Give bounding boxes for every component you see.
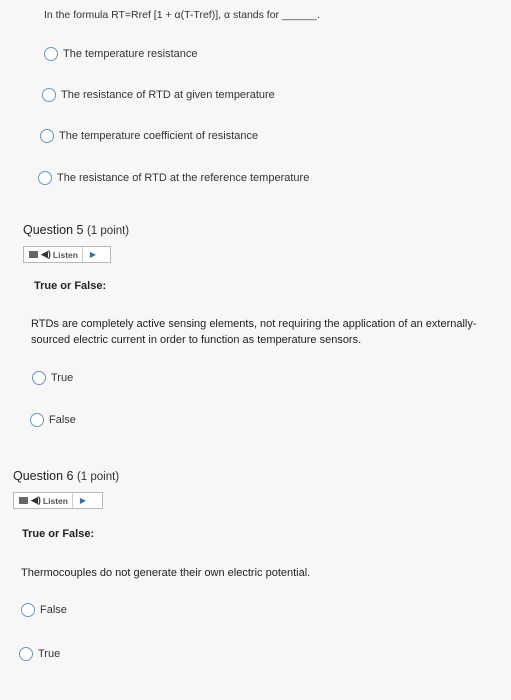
q6-option-true[interactable]: True bbox=[19, 647, 60, 661]
listen-label: Listen bbox=[52, 249, 78, 260]
radio-button[interactable] bbox=[21, 603, 35, 617]
q5-option-false[interactable]: False bbox=[30, 413, 76, 427]
q4-option-3[interactable]: The temperature coefficient of resistanc… bbox=[40, 129, 258, 143]
radio-button[interactable] bbox=[19, 647, 33, 661]
toolbar-icon bbox=[14, 493, 29, 508]
q4-option-2[interactable]: The resistance of RTD at given temperatu… bbox=[42, 88, 275, 102]
q6-option-false[interactable]: False bbox=[21, 603, 67, 617]
listen-widget-q5[interactable]: ◀) Listen ▶ bbox=[23, 246, 111, 263]
question-title: Question 5 bbox=[23, 223, 84, 237]
radio-button[interactable] bbox=[42, 88, 56, 102]
radio-button[interactable] bbox=[40, 129, 54, 143]
option-label: The temperature resistance bbox=[63, 48, 198, 60]
option-label: False bbox=[49, 414, 76, 426]
question-title: Question 6 bbox=[13, 469, 74, 483]
question-5-title: Question 5 (1 point) bbox=[23, 223, 129, 237]
q6-type-label: True or False: bbox=[22, 528, 95, 540]
q6-statement: Thermocouples do not generate their own … bbox=[21, 567, 311, 579]
question-6-title: Question 6 (1 point) bbox=[13, 469, 119, 483]
q5-option-true[interactable]: True bbox=[32, 371, 73, 385]
question-points: (1 point) bbox=[76, 471, 120, 483]
radio-button[interactable] bbox=[32, 371, 46, 385]
option-label: The resistance of RTD at the reference t… bbox=[57, 172, 310, 184]
q4-option-4[interactable]: The resistance of RTD at the reference t… bbox=[38, 171, 309, 185]
option-label: The temperature coefficient of resistanc… bbox=[59, 130, 259, 142]
option-label: The resistance of RTD at given temperatu… bbox=[61, 89, 275, 101]
question-points: (1 point) bbox=[86, 225, 130, 237]
speaker-icon: ◀) bbox=[41, 249, 51, 259]
radio-button[interactable] bbox=[44, 47, 58, 61]
q5-type-label: True or False: bbox=[34, 280, 107, 292]
option-label: True bbox=[51, 372, 74, 384]
q4-prompt: In the formula RT=Rref [1 + α(T-Tref)], … bbox=[44, 9, 320, 21]
listen-button[interactable]: ◀) Listen bbox=[29, 493, 72, 508]
speaker-icon: ◀) bbox=[31, 495, 41, 505]
q5-statement: RTDs are completely active sensing eleme… bbox=[31, 318, 477, 346]
q4-option-1[interactable]: The temperature resistance bbox=[44, 47, 198, 61]
play-icon[interactable]: ▶ bbox=[71, 493, 93, 508]
radio-button[interactable] bbox=[38, 171, 52, 185]
option-label: True bbox=[38, 648, 61, 660]
option-label: False bbox=[40, 604, 67, 616]
radio-button[interactable] bbox=[30, 413, 44, 427]
listen-button[interactable]: ◀) Listen bbox=[39, 247, 82, 262]
listen-label: Listen bbox=[42, 495, 68, 506]
play-icon[interactable]: ▶ bbox=[81, 247, 103, 262]
toolbar-icon bbox=[24, 247, 39, 262]
listen-widget-q6[interactable]: ◀) Listen ▶ bbox=[13, 492, 103, 509]
